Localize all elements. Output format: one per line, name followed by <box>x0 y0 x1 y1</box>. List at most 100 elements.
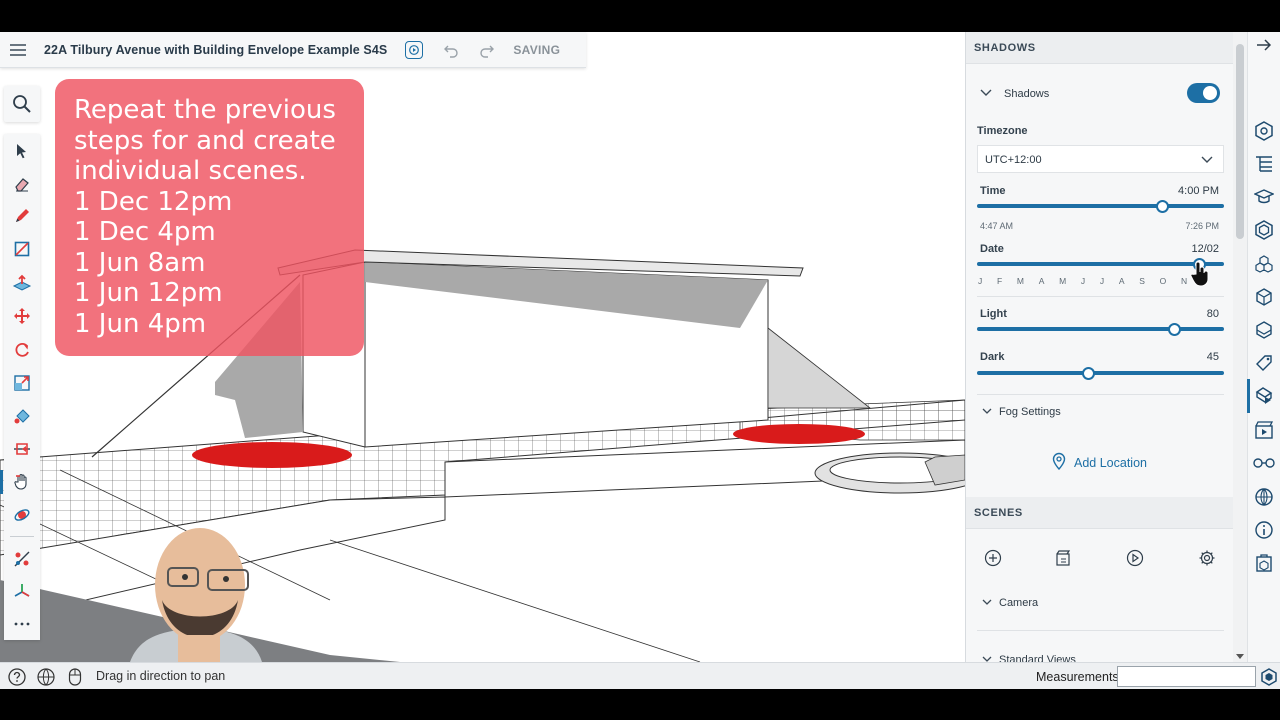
light-slider-track[interactable] <box>977 327 1224 331</box>
shadows-toggle[interactable] <box>1187 83 1220 103</box>
tape-measure-icon[interactable] <box>4 544 40 574</box>
month-tick: A <box>1118 276 1125 286</box>
styles-icon[interactable] <box>1253 286 1275 308</box>
month-tick: A <box>1038 276 1045 286</box>
display-glasses-icon[interactable] <box>1253 452 1275 474</box>
components-icon[interactable] <box>1253 219 1275 241</box>
layers-icon[interactable] <box>1253 319 1275 341</box>
time-label: Time <box>980 185 1006 197</box>
letterbox-top <box>0 0 1280 32</box>
panel-header: SHADOWS <box>966 32 1233 64</box>
light-value: 80 <box>1206 308 1219 320</box>
location-pin-icon[interactable] <box>1052 452 1066 470</box>
eraser-icon[interactable] <box>4 169 40 199</box>
orbit-icon[interactable] <box>4 500 40 530</box>
fog-settings-label[interactable]: Fog Settings <box>999 406 1061 418</box>
time-max: 7:26 PM <box>1185 221 1219 231</box>
shadows-panel: SHADOWS Shadows Timezone UTC+12:00 Time … <box>965 32 1233 662</box>
chevron-down-icon <box>1201 156 1213 163</box>
collapse-panel-arrow-icon[interactable] <box>1253 34 1275 56</box>
instruction-note: Repeat the previous steps for and create… <box>55 79 364 356</box>
note-line: 1 Dec 4pm <box>74 217 216 247</box>
panel-title: SHADOWS <box>974 42 1036 54</box>
help-icon[interactable] <box>7 667 27 687</box>
model-title[interactable]: 22A Tilbury Avenue with Building Envelop… <box>44 43 387 57</box>
tag-icon[interactable] <box>1253 352 1275 374</box>
camera-section-label[interactable]: Camera <box>999 597 1038 609</box>
update-scene-icon[interactable] <box>1054 548 1074 568</box>
shadows-panel-icon[interactable] <box>1247 379 1275 413</box>
status-bar: Drag in direction to pan Measurements <box>0 662 1280 689</box>
time-value: 4:00 PM <box>1178 185 1219 197</box>
globe-language-icon[interactable] <box>36 667 56 687</box>
dark-slider-track[interactable] <box>977 371 1224 375</box>
chevron-down-icon[interactable] <box>982 408 992 415</box>
axes-icon[interactable] <box>4 577 40 607</box>
note-line: Repeat the previous <box>74 95 336 125</box>
shadow-marker-right <box>733 424 865 444</box>
note-line: steps for and create <box>74 125 336 156</box>
time-slider-track[interactable] <box>977 204 1224 208</box>
select-icon[interactable] <box>4 136 40 166</box>
info-icon[interactable] <box>1253 519 1275 541</box>
instructor-icon[interactable] <box>1253 186 1275 208</box>
push-pull-icon[interactable] <box>4 268 40 298</box>
divider <box>977 296 1224 297</box>
scale-icon[interactable] <box>4 368 40 398</box>
scrollbar-thumb[interactable] <box>1236 44 1244 239</box>
extension-icon[interactable] <box>1253 552 1275 574</box>
pan-hand-icon[interactable] <box>0 467 40 497</box>
panel-scrollbar[interactable] <box>1233 32 1247 662</box>
add-location-link[interactable]: Add Location <box>1074 456 1147 470</box>
pencil-icon[interactable] <box>4 201 40 231</box>
scroll-down-icon[interactable] <box>1236 654 1244 659</box>
undo-icon[interactable] <box>443 42 459 58</box>
note-line: 1 Jun 8am <box>74 247 206 278</box>
add-scene-icon[interactable] <box>983 548 1003 568</box>
shadow-marker-left <box>192 442 352 468</box>
date-label: Date <box>980 243 1004 255</box>
save-status: SAVING <box>513 42 561 57</box>
month-tick: M <box>1059 276 1067 286</box>
chevron-down-icon[interactable] <box>980 89 992 97</box>
globe-icon[interactable] <box>1253 486 1275 508</box>
more-tools-icon[interactable] <box>4 609 40 639</box>
hamburger-menu-icon[interactable] <box>0 32 36 68</box>
timezone-value: UTC+12:00 <box>985 154 1042 166</box>
time-min: 4:47 AM <box>980 221 1014 231</box>
timezone-label: Timezone <box>977 125 1028 137</box>
scenes-header: SCENES <box>966 497 1233 529</box>
rectangle-icon[interactable] <box>4 234 40 264</box>
timezone-select[interactable]: UTC+12:00 <box>977 145 1224 173</box>
dark-slider-thumb[interactable] <box>1081 367 1095 380</box>
time-slider-thumb[interactable] <box>1155 200 1169 213</box>
outliner-icon[interactable] <box>1253 153 1275 175</box>
move-icon[interactable] <box>4 301 40 331</box>
rotate-icon[interactable] <box>4 335 40 365</box>
entity-info-icon[interactable] <box>1253 120 1275 142</box>
scene-settings-gear-icon[interactable] <box>1197 548 1217 568</box>
standard-views-label[interactable]: Standard Views <box>999 654 1076 662</box>
month-tick: F <box>996 276 1003 286</box>
shadows-section-label[interactable]: Shadows <box>1004 88 1049 100</box>
redo-icon[interactable] <box>479 42 495 58</box>
date-slider-track[interactable] <box>977 262 1224 266</box>
search-button[interactable] <box>4 86 40 122</box>
play-scenes-icon[interactable] <box>1125 548 1145 568</box>
right-icon-strip <box>1247 32 1280 662</box>
title-bar: 22A Tilbury Avenue with Building Envelop… <box>0 32 586 68</box>
status-hint: Drag in direction to pan <box>96 669 226 683</box>
materials-icon[interactable] <box>1253 253 1275 275</box>
measurements-input[interactable] <box>1117 666 1256 687</box>
month-tick: O <box>1159 276 1167 286</box>
scenes-icon[interactable] <box>1253 419 1275 441</box>
chevron-down-icon[interactable] <box>982 599 992 606</box>
mouse-icon[interactable] <box>65 667 85 687</box>
light-slider-thumb[interactable] <box>1168 323 1182 336</box>
note-line: 1 Jun 12pm <box>74 278 223 308</box>
paint-bucket-icon[interactable] <box>4 401 40 431</box>
sketchup-logo-icon[interactable] <box>1259 667 1279 687</box>
left-toolbar <box>0 134 40 640</box>
play-scene-icon[interactable] <box>405 40 424 59</box>
section-plane-icon[interactable] <box>4 434 40 464</box>
